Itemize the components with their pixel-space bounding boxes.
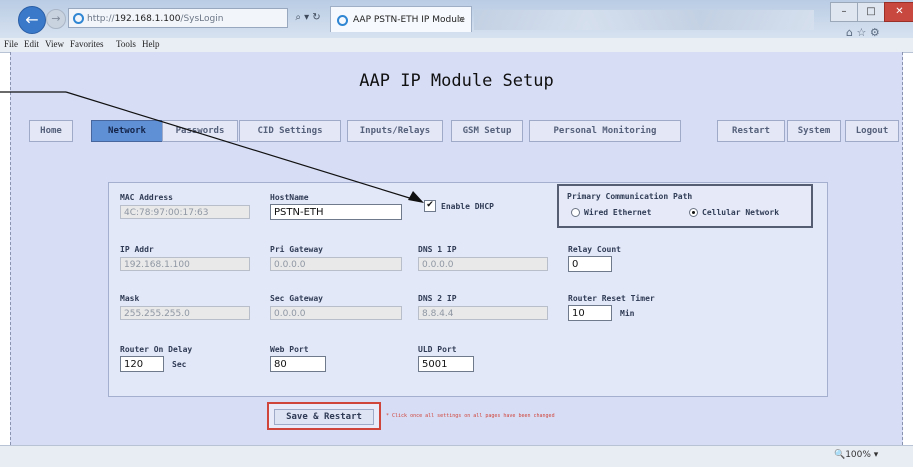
enable-dhcp-checkbox[interactable]: ✔: [424, 200, 436, 212]
tab-title: AAP PSTN-ETH IP Module: [353, 15, 465, 25]
back-arrow-icon[interactable]: ←: [18, 6, 46, 34]
cellular-network-label: Cellular Network: [702, 208, 780, 217]
uld-port-field[interactable]: 5001: [418, 356, 474, 372]
nav-logout[interactable]: Logout: [845, 120, 899, 142]
address-path: /SysLogin: [180, 14, 224, 24]
browser-tab[interactable]: AAP PSTN-ETH IP Module ×: [330, 6, 472, 32]
tab-ie-icon: [337, 15, 348, 26]
nav-gsm-setup[interactable]: GSM Setup: [451, 120, 523, 142]
enable-dhcp-label: Enable DHCP: [441, 202, 494, 211]
nav-bar: Home Network Passwords CID Settings Inpu…: [19, 120, 902, 142]
nav-system[interactable]: System: [787, 120, 841, 142]
tab-close-icon[interactable]: ×: [457, 7, 465, 33]
uld-port-label: ULD Port: [418, 345, 457, 354]
dns2-field: 8.8.4.4: [418, 306, 548, 320]
menu-file[interactable]: File: [4, 39, 18, 49]
web-port-field[interactable]: 80: [270, 356, 326, 372]
mac-address-label: MAC Address: [120, 193, 173, 202]
menu-edit[interactable]: Edit: [24, 39, 39, 49]
dns1-field: 0.0.0.0: [418, 257, 548, 271]
browser-chrome: ← → http://192.168.1.100/SysLogin ⌕ ▾ ↻ …: [0, 0, 913, 53]
menubar: File Edit View Favorites Tools Help: [0, 38, 913, 52]
save-restart-button[interactable]: Save & Restart: [274, 409, 374, 425]
status-bar: 🔍100% ▾: [0, 445, 913, 467]
primary-path-group: Primary Communication Path Wired Etherne…: [557, 184, 813, 228]
nav-restart[interactable]: Restart: [717, 120, 785, 142]
nav-home[interactable]: Home: [29, 120, 73, 142]
other-tabs: [474, 10, 814, 30]
dns1-label: DNS 1 IP: [418, 245, 457, 254]
radio-wired-ethernet[interactable]: [571, 208, 580, 217]
address-bar[interactable]: http://192.168.1.100/SysLogin: [68, 8, 288, 28]
address-controls[interactable]: ⌕ ▾ ↻: [288, 8, 328, 28]
router-on-delay-unit: Sec: [172, 360, 187, 369]
sec-gateway-label: Sec Gateway: [270, 294, 323, 303]
zoom-level[interactable]: 🔍100% ▾: [834, 450, 878, 460]
primary-path-label: Primary Communication Path: [567, 192, 693, 201]
router-reset-timer-field[interactable]: 10: [568, 305, 612, 321]
nav-passwords[interactable]: Passwords: [162, 120, 238, 142]
save-restart-highlight: Save & Restart: [267, 402, 381, 430]
ip-addr-label: IP Addr: [120, 245, 154, 254]
relay-count-field[interactable]: 0: [568, 256, 612, 272]
forward-arrow-icon[interactable]: →: [46, 9, 66, 29]
menu-tools[interactable]: Tools: [116, 39, 136, 49]
menu-help[interactable]: Help: [142, 39, 160, 49]
mask-label: Mask: [120, 294, 140, 303]
nav-cid-settings[interactable]: CID Settings: [239, 120, 341, 142]
maximize-icon[interactable]: □: [857, 2, 885, 22]
nav-network[interactable]: Network: [91, 120, 163, 142]
pri-gateway-field: 0.0.0.0: [270, 257, 402, 271]
dns2-label: DNS 2 IP: [418, 294, 457, 303]
wired-ethernet-label: Wired Ethernet: [584, 208, 652, 217]
mac-address-field: 4C:78:97:00:17:63: [120, 205, 250, 219]
web-port-label: Web Port: [270, 345, 309, 354]
close-window-icon[interactable]: ✕: [884, 2, 913, 22]
menu-view[interactable]: View: [45, 39, 64, 49]
page-title: AAP IP Module Setup: [359, 71, 554, 91]
router-reset-timer-unit: Min: [620, 309, 635, 318]
hostname-field[interactable]: PSTN-ETH: [270, 204, 402, 220]
router-on-delay-field[interactable]: 120: [120, 356, 164, 372]
address-prefix: http://: [87, 14, 115, 24]
nav-personal-monitoring[interactable]: Personal Monitoring: [529, 120, 681, 142]
ip-addr-field: 192.168.1.100: [120, 257, 250, 271]
radio-cellular-network[interactable]: [689, 208, 698, 217]
pri-gateway-label: Pri Gateway: [270, 245, 323, 254]
save-note: * Click once all settings on all pages h…: [386, 413, 555, 419]
nav-inputs-relays[interactable]: Inputs/Relays: [347, 120, 443, 142]
router-reset-timer-label: Router Reset Timer: [568, 294, 655, 303]
sec-gateway-field: 0.0.0.0: [270, 306, 402, 320]
relay-count-label: Relay Count: [568, 245, 621, 254]
address-host: 192.168.1.100: [114, 14, 181, 24]
menu-favorites[interactable]: Favorites: [70, 39, 104, 49]
router-on-delay-label: Router On Delay: [120, 345, 193, 354]
ie-logo-icon: [73, 13, 84, 24]
mask-field: 255.255.255.0: [120, 306, 250, 320]
hostname-label: HostName: [270, 193, 309, 202]
minimize-icon[interactable]: –: [830, 2, 858, 22]
